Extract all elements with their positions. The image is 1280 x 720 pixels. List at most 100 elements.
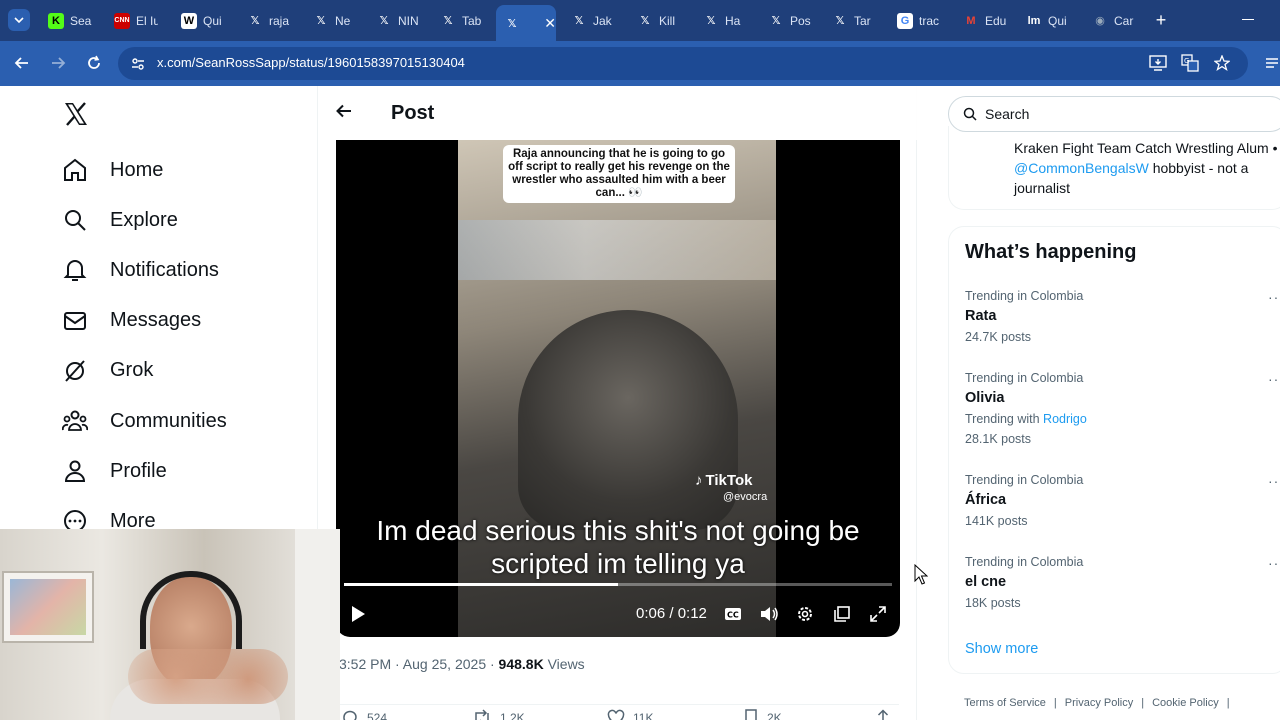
browser-tab[interactable]: Gtrac <box>889 6 951 35</box>
browser-tab[interactable]: ◉ Car <box>1084 6 1146 35</box>
browser-tab[interactable]: M Edu <box>955 6 1017 35</box>
volume-icon <box>761 607 778 621</box>
more-options-icon[interactable]: ··· <box>1268 555 1280 571</box>
browser-tab[interactable]: CNN El Iu <box>106 6 168 35</box>
nav-item-label: Grok <box>110 359 154 382</box>
heart-icon <box>607 709 625 720</box>
site-settings-icon[interactable] <box>130 56 146 72</box>
more-options-icon[interactable]: ··· <box>1268 289 1280 305</box>
repost-button[interactable]: 1.2K <box>472 709 525 720</box>
volume-button[interactable] <box>757 602 781 626</box>
reading-list-button[interactable] <box>1260 51 1280 75</box>
nav-item-communities[interactable]: Communities <box>62 401 227 441</box>
author-bio: Kraken Fight Team Catch Wrestling Alum •… <box>1014 140 1278 196</box>
video-player[interactable]: Raja announcing that he is going to go o… <box>336 140 900 637</box>
tiktok-icon: ♪ <box>695 472 703 489</box>
x-icon: 𝕏 <box>835 15 845 27</box>
bookmark-button[interactable]: 2K <box>743 709 782 720</box>
close-tab-icon[interactable]: ✕ <box>544 15 556 32</box>
back-button[interactable] <box>10 51 34 75</box>
back-to-timeline-button[interactable] <box>335 102 357 124</box>
nav-item-home[interactable]: Home <box>62 150 163 190</box>
bookmark-star-button[interactable] <box>1210 51 1234 75</box>
trend-item[interactable]: Trending in Colombia el cne 18K posts ··· <box>965 555 1280 610</box>
play-button[interactable] <box>346 602 370 626</box>
browser-tab[interactable]: 𝕏 Tab <box>432 6 494 35</box>
browser-tab[interactable]: lm Qui <box>1018 6 1080 35</box>
x-icon: 𝕏 <box>507 17 517 30</box>
trend-count: 141K posts <box>965 514 1028 528</box>
browser-tab[interactable]: 𝕏raja <box>239 6 301 35</box>
bio-mention-link[interactable]: @CommonBengalsW <box>1014 160 1149 176</box>
webcam-overlay <box>0 529 340 720</box>
trend-item[interactable]: Trending in Colombia África 141K posts ··· <box>965 473 1280 528</box>
browser-tab[interactable]: 𝕏 Jak <box>563 6 625 35</box>
reply-button[interactable]: 524 <box>341 709 387 720</box>
captions-button[interactable]: CC <box>721 602 745 626</box>
new-tab-button[interactable]: + <box>1151 10 1171 30</box>
x-icon: 𝕏 <box>771 15 781 27</box>
browser-tab-strip: K Sea CNN El Iu W Qui 𝕏raja 𝕏 Ne 𝕏 NIN 𝕏 Tab 𝕏 ✕ 𝕏 Jak 𝕏 K… <box>0 0 1280 41</box>
browser-tab[interactable]: 𝕏 Pos <box>760 6 822 35</box>
video-scene <box>458 220 776 280</box>
url-text: x.com/SeanRossSapp/status/19601583970151… <box>157 55 465 70</box>
page-title: Post <box>391 102 435 124</box>
browser-tab[interactable]: 𝕏 Ha <box>695 6 757 35</box>
minimize-window-button[interactable] <box>1242 19 1254 20</box>
nav-item-profile[interactable]: Profile <box>62 451 167 491</box>
browser-tab[interactable]: K Sea <box>40 6 102 35</box>
closed-captions-icon: CC <box>725 608 741 620</box>
footer-link[interactable]: Cookie Policy <box>1152 697 1219 709</box>
nav-item-messages[interactable]: Messages <box>62 301 201 341</box>
nav-item-notifications[interactable]: Notifications <box>62 250 219 290</box>
trend-item[interactable]: Trending in Colombia Rata 24.7K posts ··· <box>965 289 1280 344</box>
more-options-icon[interactable]: ··· <box>1268 473 1280 489</box>
trend-with-link[interactable]: Rodrigo <box>1043 412 1087 426</box>
arrow-right-icon <box>52 57 66 69</box>
repost-count: 1.2K <box>500 711 525 720</box>
more-options-icon[interactable]: ··· <box>1268 371 1280 387</box>
browser-tab-title: El Iu <box>136 13 158 28</box>
browser-tab[interactable]: 𝕏 NIN <box>368 6 430 35</box>
picture-in-picture-button[interactable] <box>830 602 854 626</box>
tiktok-brand: TikTok <box>705 472 753 489</box>
browser-tab-title: Pos <box>790 13 811 28</box>
reload-button[interactable] <box>82 51 106 75</box>
quizlet-icon: lm <box>1027 14 1041 27</box>
x-icon: 𝕏 <box>574 15 584 27</box>
pip-icon <box>834 606 850 622</box>
share-button[interactable] <box>875 709 891 720</box>
trend-with: Trending with Rodrigo <box>965 412 1087 426</box>
translate-button[interactable]: G <box>1178 51 1202 75</box>
post-timestamp[interactable]: 3:52 PM · Aug 25, 2025 · <box>339 656 499 672</box>
x-logo[interactable] <box>62 100 92 130</box>
like-button[interactable]: 11K <box>607 709 653 720</box>
footer-link[interactable]: Privacy Policy <box>1065 697 1133 709</box>
trend-item[interactable]: Trending in Colombia Olivia Trending with … <box>965 371 1280 446</box>
show-more-link[interactable]: Show more <box>965 641 1038 657</box>
browser-tab[interactable]: 𝕏 Ne <box>305 6 367 35</box>
browser-tab-title: trac <box>919 13 940 28</box>
nav-item-grok[interactable]: Grok <box>62 351 153 391</box>
footer-links: Terms of Service | Privacy Policy | Cookie P… <box>964 697 1230 709</box>
video-subtitle: Im dead serious this shit's not going be… <box>376 515 860 579</box>
forward-button[interactable] <box>46 51 70 75</box>
browser-tab[interactable]: W Qui <box>173 6 235 35</box>
browser-tab[interactable]: 𝕏 Kill <box>629 6 691 35</box>
tab-search-button[interactable] <box>8 9 30 31</box>
nav-item-explore[interactable]: Explore <box>62 200 178 240</box>
video-settings-button[interactable] <box>793 602 817 626</box>
video-time: 0:06 / 0:12 <box>636 605 707 622</box>
video-progress-bar[interactable] <box>344 583 892 586</box>
browser-tab-title: Tar <box>854 13 871 28</box>
search-input[interactable]: Search <box>948 96 1280 132</box>
browser-tab[interactable]: 𝕏 ✕ <box>496 5 556 41</box>
browser-tab[interactable]: 𝕏 Tar <box>824 6 886 35</box>
footer-link[interactable]: Terms of Service <box>964 697 1046 709</box>
address-bar[interactable]: x.com/SeanRossSapp/status/19601583970151… <box>118 47 1248 80</box>
grok-icon <box>62 358 88 384</box>
install-app-button[interactable] <box>1146 51 1170 75</box>
browser-tab-title: Car <box>1114 13 1134 28</box>
whats-happening-panel: What’s happening Trending in Colombia Rat… <box>948 226 1280 674</box>
fullscreen-button[interactable] <box>866 602 890 626</box>
